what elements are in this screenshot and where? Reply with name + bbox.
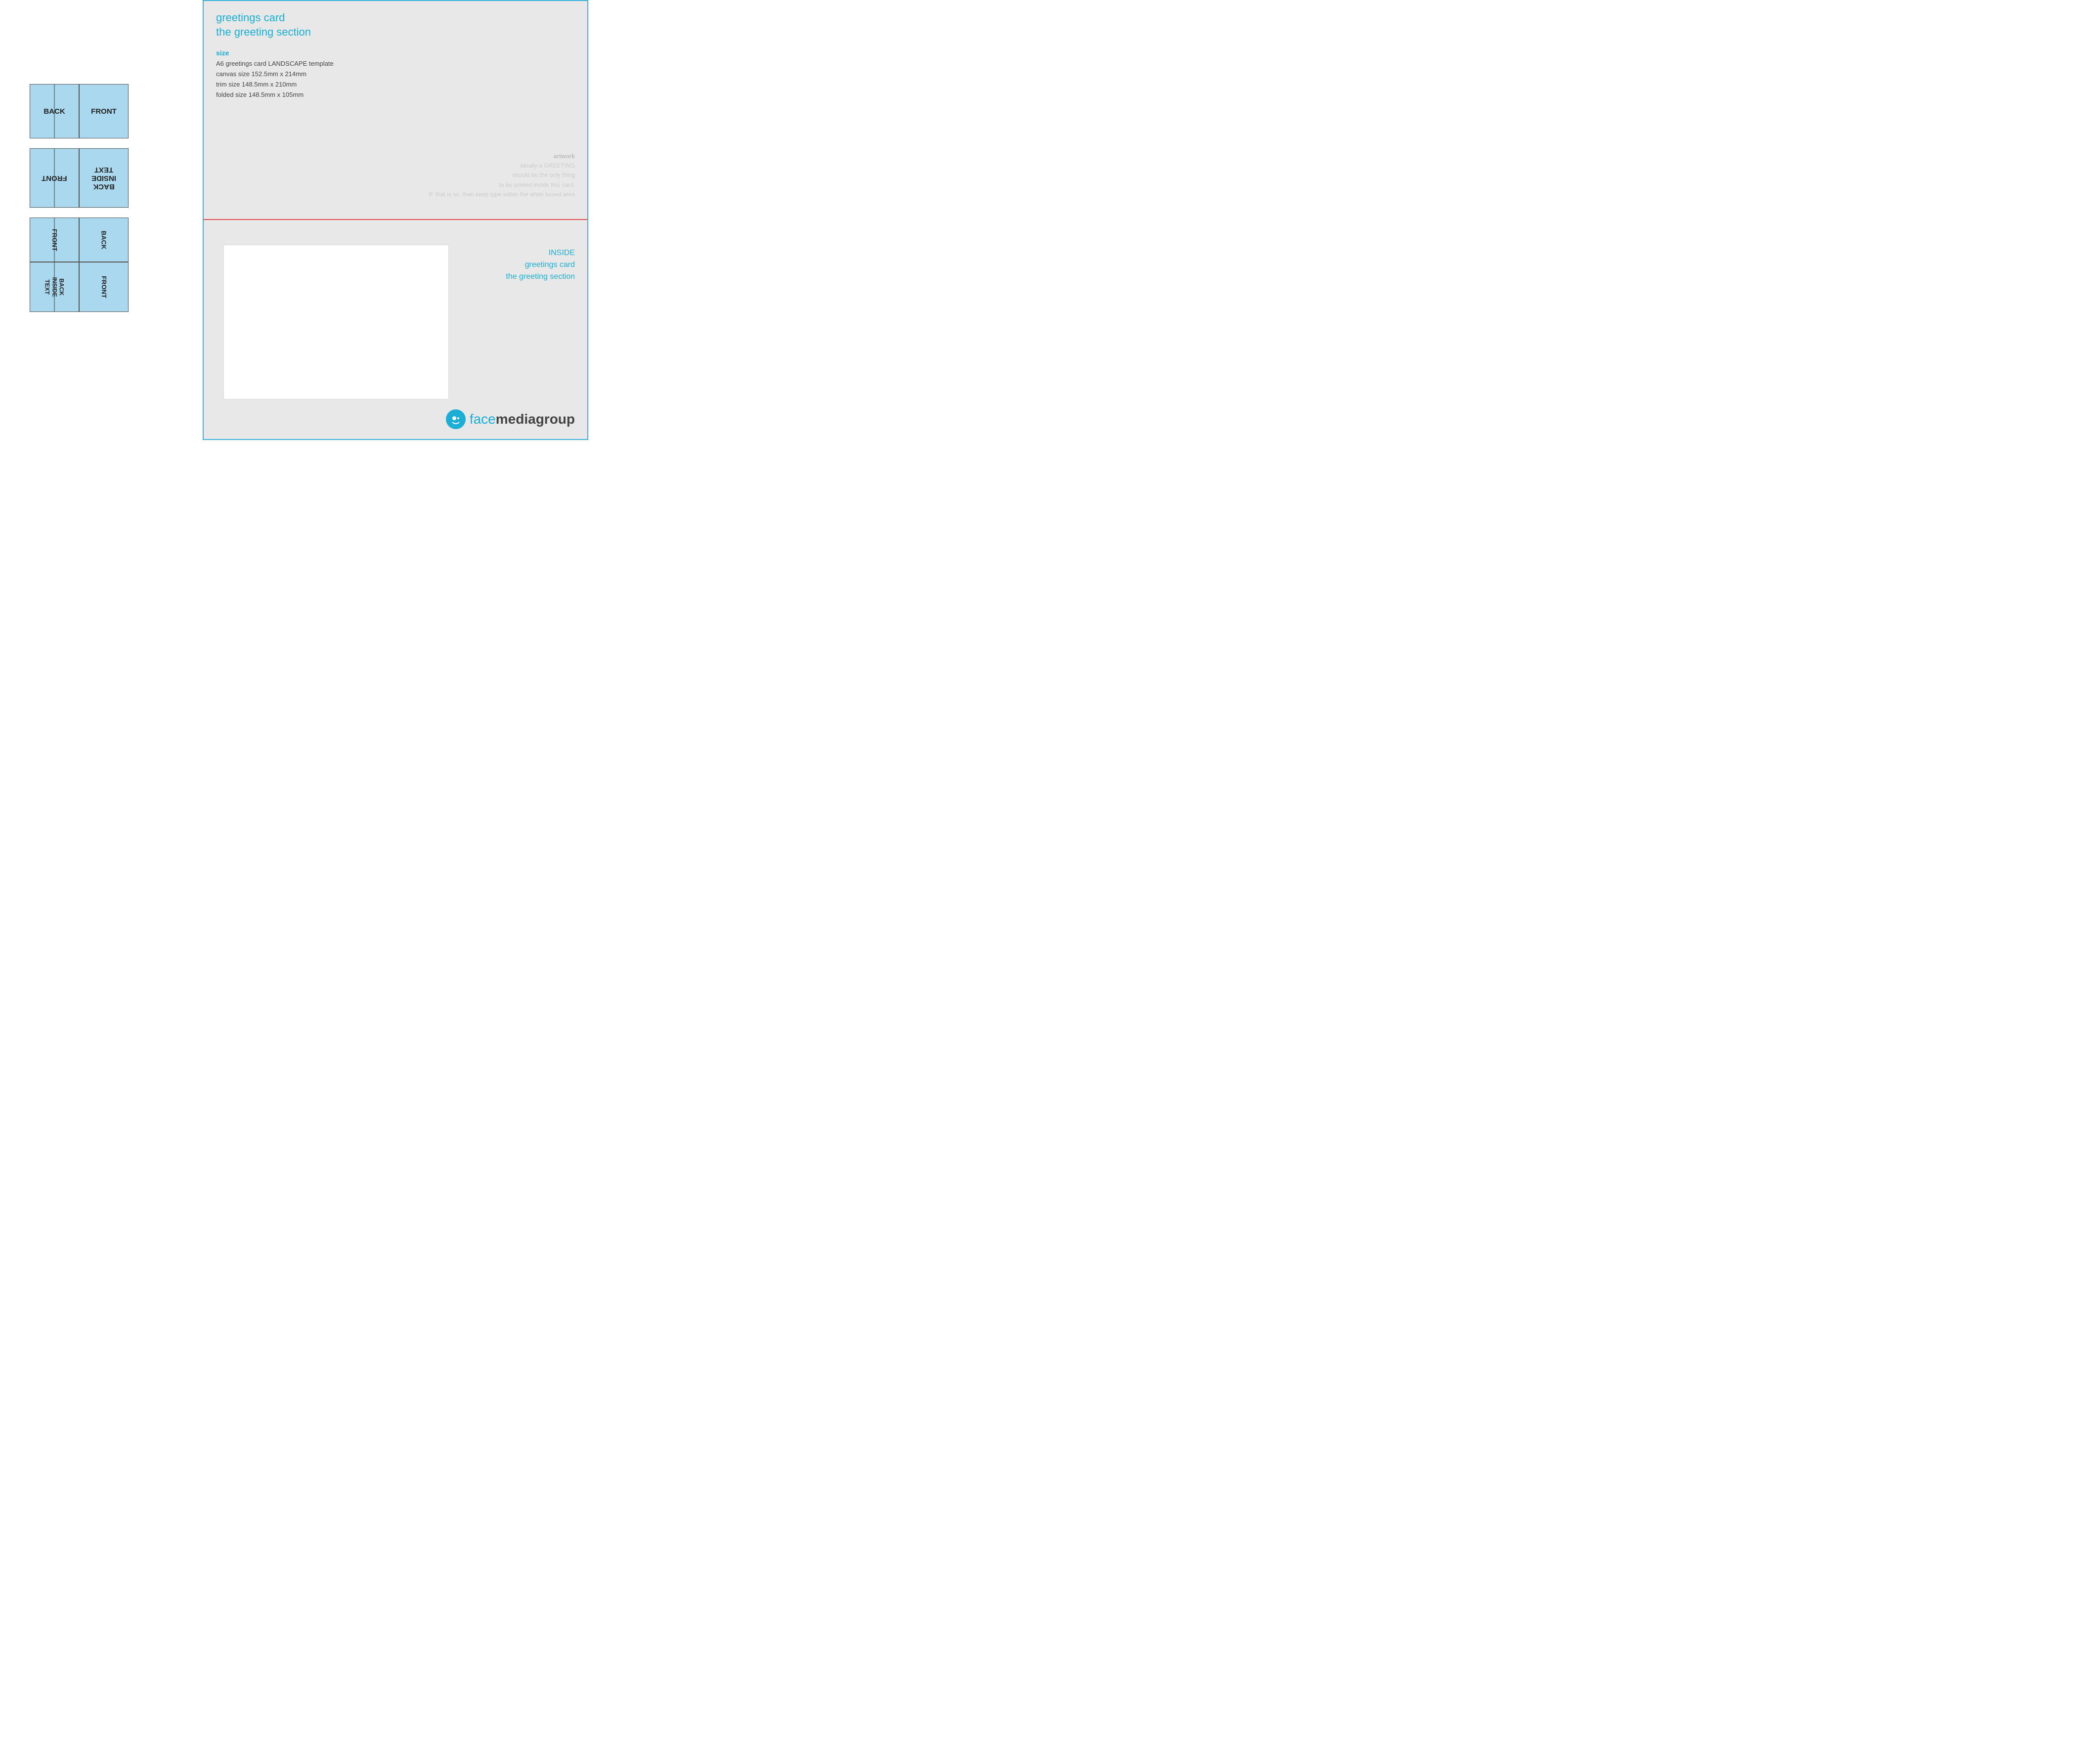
artwork-line3: to be printed inside this card. (499, 181, 575, 188)
artwork-line2: should be the only thing (512, 172, 575, 178)
card-group-2: FRONT BACKINSIDETEXT (30, 148, 188, 208)
logo-text: facemediagroup (470, 411, 575, 427)
right-bottom: INSIDE greetings card the greeting secti… (204, 220, 587, 439)
size-label: size (216, 49, 575, 57)
right-panel: greetings card the greeting section size… (203, 0, 588, 440)
logo-area: facemediagroup (446, 409, 575, 429)
card-back-3: BACK (79, 218, 129, 262)
artwork-note: artwork ideally a GREETING should be the… (429, 152, 575, 199)
card-group-3: FRONT BACK (30, 218, 188, 262)
card-back-2-label: BACKINSIDETEXT (91, 166, 116, 191)
size-line1: A6 greetings card LANDSCAPE template (216, 59, 575, 69)
card-front-2: FRONT (30, 148, 79, 208)
card-group-4: BACKINSIDETEXT FRONT (30, 262, 188, 312)
card-front-1-label: FRONT (91, 107, 117, 116)
card-group-1: BACK FRONT (30, 84, 188, 138)
logo-icon (446, 409, 466, 429)
left-panel: BACK FRONT FRONT BACKINSIDETEXT FR (0, 0, 188, 440)
artwork-line4: IF that is so, then keep type within the… (429, 191, 575, 198)
inside-label: INSIDE (506, 247, 575, 259)
card-back-2: BACKINSIDETEXT (79, 148, 129, 208)
right-top-content: greetings card the greeting section size… (204, 1, 587, 110)
inside-box (223, 245, 449, 399)
card-front-1: FRONT (79, 84, 129, 138)
artwork-label: artwork (554, 153, 575, 160)
size-line2: canvas size 152.5mm x 214mm (216, 69, 575, 80)
size-details: A6 greetings card LANDSCAPE template can… (216, 59, 575, 100)
card-front-3: FRONT (30, 218, 79, 262)
title-line2: the greeting section (216, 25, 575, 40)
logo-face: face (470, 411, 496, 427)
logo-media: mediagroup (496, 411, 575, 427)
inside-subtitle2: the greeting section (506, 271, 575, 283)
size-line3: trim size 148.5mm x 210mm (216, 80, 575, 90)
right-top: greetings card the greeting section size… (204, 1, 587, 220)
card-back-4: BACKINSIDETEXT (30, 263, 79, 312)
card-title: greetings card the greeting section (216, 11, 575, 39)
inside-text: INSIDE greetings card the greeting secti… (506, 247, 575, 283)
card-back-1: BACK (30, 84, 79, 138)
title-line1: greetings card (216, 11, 575, 25)
card-front-4-label: FRONT (100, 276, 108, 298)
card-front-4: FRONT (79, 263, 129, 312)
inside-subtitle1: greetings card (506, 259, 575, 271)
card-back-3-label: BACK (100, 230, 108, 249)
artwork-line1: ideally a GREETING (521, 162, 575, 169)
size-line4: folded size 148.5mm x 105mm (216, 90, 575, 100)
